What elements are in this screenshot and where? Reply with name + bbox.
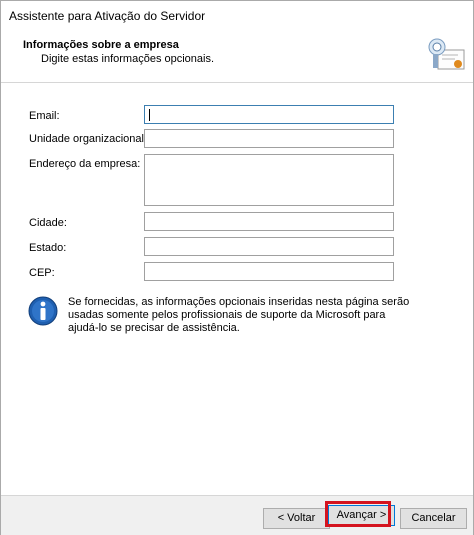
org-unit-label: Unidade organizacional:: [29, 133, 148, 145]
city-label: Cidade:: [29, 217, 67, 229]
state-field[interactable]: [144, 237, 394, 256]
info-text: Se fornecidas, as informações opcionais …: [68, 296, 410, 334]
header-title: Informações sobre a empresa: [23, 39, 179, 51]
certificate-key-icon: [428, 38, 465, 70]
text-caret: [149, 109, 150, 121]
email-field[interactable]: [144, 105, 394, 124]
back-button[interactable]: < Voltar: [263, 508, 330, 529]
form-area: Email: Unidade organizacional: Endereço …: [1, 83, 473, 495]
city-field[interactable]: [144, 212, 394, 231]
state-label: Estado:: [29, 242, 67, 254]
button-bar: < Voltar Avançar > Cancelar: [1, 495, 473, 535]
org-unit-field[interactable]: [144, 129, 394, 148]
email-label: Email:: [29, 110, 60, 122]
cancel-button[interactable]: Cancelar: [400, 508, 467, 529]
activation-wizard-window: Assistente para Ativação do Servidor Inf…: [0, 0, 474, 535]
wizard-header: Informações sobre a empresa Digite estas…: [1, 30, 473, 83]
address-label: Endereço da empresa:: [29, 158, 141, 170]
header-subtitle: Digite estas informações opcionais.: [41, 53, 215, 65]
zip-field[interactable]: [144, 262, 394, 281]
window-title: Assistente para Ativação do Servidor: [9, 9, 206, 23]
next-button[interactable]: Avançar >: [328, 505, 395, 526]
title-bar: Assistente para Ativação do Servidor: [1, 1, 473, 30]
zip-label: CEP:: [29, 267, 55, 279]
address-field[interactable]: [144, 154, 394, 206]
info-icon: [28, 296, 58, 326]
